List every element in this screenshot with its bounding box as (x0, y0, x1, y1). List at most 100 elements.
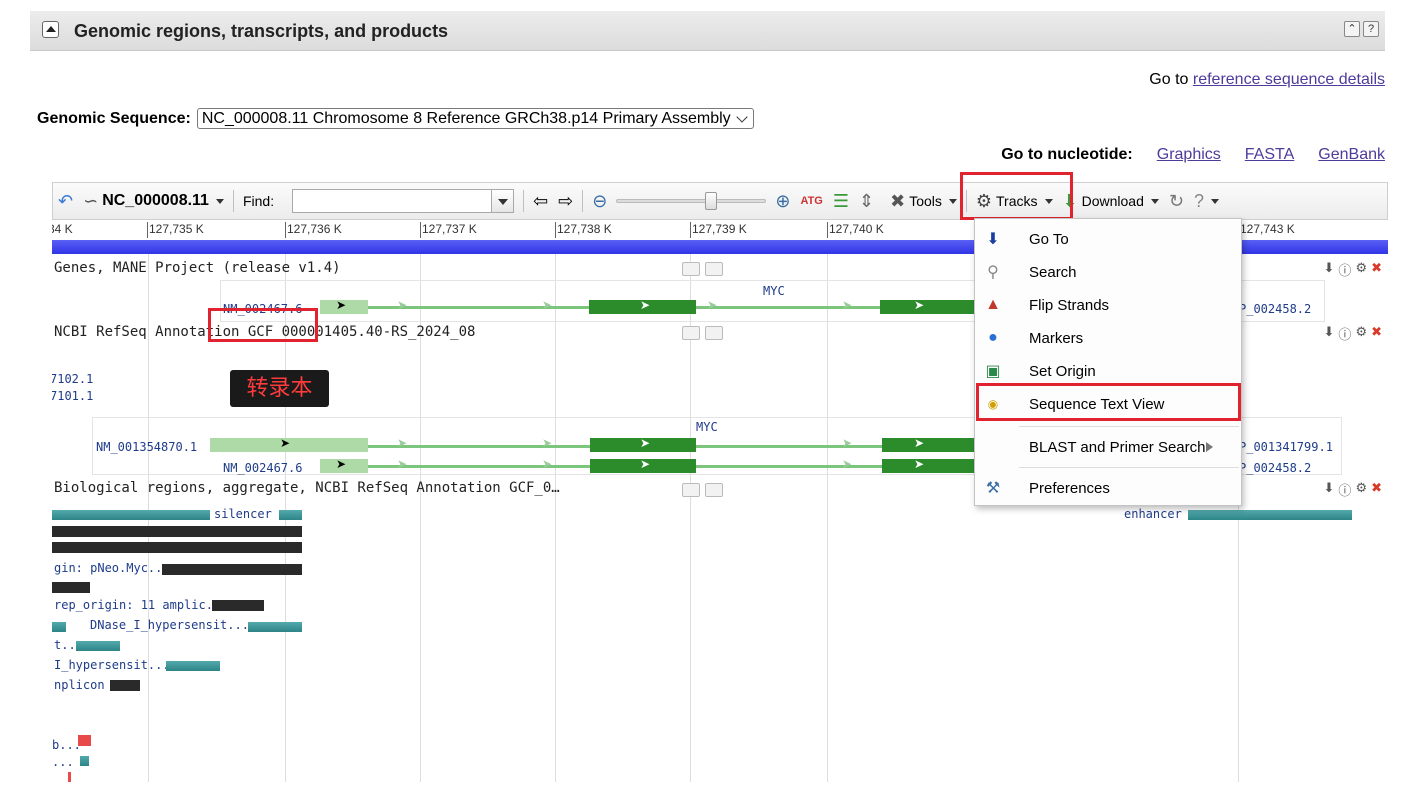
region-bar[interactable] (248, 622, 302, 632)
tools-button[interactable]: ✖ Tools (885, 192, 962, 210)
download-button[interactable]: ⬇ Download (1058, 192, 1164, 210)
refseq-left-label[interactable]: 7101.1 (52, 389, 93, 403)
region-label[interactable]: b... (52, 738, 81, 752)
menu-item-blast-primer[interactable]: BLAST and Primer Search (975, 431, 1241, 463)
refseq-exon-a3[interactable] (882, 438, 975, 452)
menu-item-go-to[interactable]: ⬇ Go To (975, 223, 1241, 255)
region-label[interactable]: gin: pNeo.Myc... (54, 561, 170, 575)
zoom-in-button[interactable]: ⊕ (770, 192, 795, 210)
strand-arrow: ➤ (914, 298, 925, 312)
download-icon[interactable]: ⬇ (1324, 260, 1335, 279)
accession-menu[interactable]: ∽ NC_000008.11 (78, 192, 229, 210)
help-icon[interactable]: ? (1363, 21, 1379, 37)
back-button[interactable]: ↶ (53, 192, 78, 210)
mane-gene-label[interactable]: MYC (763, 284, 785, 298)
region-label[interactable]: rep_origin: 11 amplic... (54, 598, 227, 612)
genbank-link[interactable]: GenBank (1318, 146, 1385, 164)
close-icon[interactable]: ✖ (1371, 480, 1382, 499)
goto-reference: Go to reference sequence details (1149, 71, 1385, 89)
region-label[interactable]: enhancer (1124, 507, 1182, 521)
fit-button[interactable]: ⇕ (854, 192, 879, 210)
menu-item-flip-strands[interactable]: ▲ Flip Strands (975, 289, 1241, 321)
align-button[interactable]: ☰ (828, 192, 854, 210)
fasta-link[interactable]: FASTA (1245, 146, 1295, 164)
tools-label: Tools (909, 193, 942, 209)
strand-arrow: ➤ (542, 298, 553, 312)
track-next-button[interactable] (705, 483, 723, 497)
close-icon[interactable]: ✖ (1371, 324, 1382, 343)
menu-item-markers[interactable]: ● Markers (975, 322, 1241, 354)
tools-highlight-box (960, 172, 1073, 220)
marker-pin-icon: ● (988, 329, 998, 346)
nav-left-button[interactable]: ⇦ (528, 192, 553, 210)
track-prev-button[interactable] (682, 262, 700, 276)
gear-icon[interactable]: ⚙ (1355, 324, 1367, 343)
refseq-protein-label[interactable]: P_002458.2 (1239, 461, 1311, 475)
region-label[interactable]: nplicon (54, 678, 105, 692)
atg-button[interactable]: ATG (795, 192, 827, 210)
nav-right-button[interactable]: ⇨ (553, 192, 578, 210)
info-icon[interactable]: ⓘ (1338, 260, 1351, 279)
track-next-button[interactable] (705, 262, 723, 276)
graphics-link[interactable]: Graphics (1157, 146, 1221, 164)
region-bar[interactable] (52, 526, 302, 537)
region-label[interactable]: I_hypersensit... (54, 658, 170, 672)
region-bar[interactable] (52, 542, 302, 553)
download-icon[interactable]: ⬇ (1324, 480, 1335, 499)
reference-sequence-details-link[interactable]: reference sequence details (1193, 71, 1385, 88)
region-label[interactable]: DNase_I_hypersensit... (90, 618, 249, 632)
region-label[interactable]: silencer (214, 507, 272, 521)
grid-line (827, 254, 828, 782)
chevron-down-icon (736, 110, 748, 123)
menu-item-preferences[interactable]: ⚒ Preferences (975, 472, 1241, 504)
find-input[interactable] (292, 189, 493, 213)
mane-exon-3[interactable] (880, 300, 975, 314)
mane-protein-label[interactable]: P_002458.2 (1239, 302, 1311, 316)
alignment-icon: ☰ (832, 191, 849, 211)
region-bar[interactable] (110, 680, 140, 691)
region-bar[interactable] (52, 510, 210, 520)
help-button[interactable]: ? (1189, 192, 1224, 210)
region-bar[interactable] (279, 510, 302, 520)
refresh-button[interactable]: ↻ (1164, 192, 1189, 210)
region-label[interactable]: ... (52, 755, 74, 769)
refresh-icon: ↻ (1168, 191, 1184, 211)
genomic-sequence-select[interactable]: NC_000008.11 Chromosome 8 Reference GRCh… (196, 108, 754, 129)
track-next-button[interactable] (705, 326, 723, 340)
track-prev-button[interactable] (682, 483, 700, 497)
region-bar[interactable] (166, 661, 220, 671)
find-dropdown-button[interactable] (492, 189, 515, 213)
region-bar[interactable] (162, 564, 302, 575)
track-prev-button[interactable] (682, 326, 700, 340)
zoom-out-button[interactable]: ⊖ (587, 192, 612, 210)
refseq-transcript-label[interactable]: NM_002467.6 (223, 461, 302, 475)
gear-icon[interactable]: ⚙ (1355, 260, 1367, 279)
zoom-slider-thumb[interactable] (705, 192, 718, 210)
double-up-arrow-icon[interactable]: ⌃ (1344, 21, 1360, 37)
refseq-left-label[interactable]: 7102.1 (52, 372, 93, 386)
refseq-gene-label[interactable]: MYC (696, 420, 718, 434)
region-bar[interactable] (1188, 510, 1352, 520)
menu-item-search[interactable]: ⚲ Search (975, 256, 1241, 288)
tools-menu: ⬇ Go To ⚲ Search ▲ Flip Strands ● Marker… (974, 218, 1242, 506)
close-icon[interactable]: ✖ (1371, 260, 1382, 279)
zoom-slider[interactable] (616, 192, 767, 210)
info-icon[interactable]: ⓘ (1338, 480, 1351, 499)
region-bar[interactable] (52, 622, 66, 632)
collapse-button[interactable] (42, 21, 59, 38)
region-bar[interactable] (76, 641, 120, 651)
region-bar[interactable] (212, 600, 264, 611)
region-bar[interactable] (52, 582, 90, 593)
region-bar[interactable] (80, 756, 89, 766)
tools-icon: ✖ (890, 191, 906, 211)
download-icon[interactable]: ⬇ (1324, 324, 1335, 343)
info-icon[interactable]: ⓘ (1338, 324, 1351, 343)
sequence-text-view-highlight-box (976, 383, 1241, 421)
refseq-protein-label[interactable]: P_001341799.1 (1239, 440, 1333, 454)
refseq-exon-b3[interactable] (882, 459, 975, 473)
refseq-transcript-label[interactable]: NM_001354870.1 (96, 440, 197, 454)
region-bar[interactable] (68, 772, 71, 782)
gear-icon[interactable]: ⚙ (1355, 480, 1367, 499)
arrow-left-icon: ⇦ (533, 191, 549, 211)
region-bar[interactable] (78, 735, 91, 746)
